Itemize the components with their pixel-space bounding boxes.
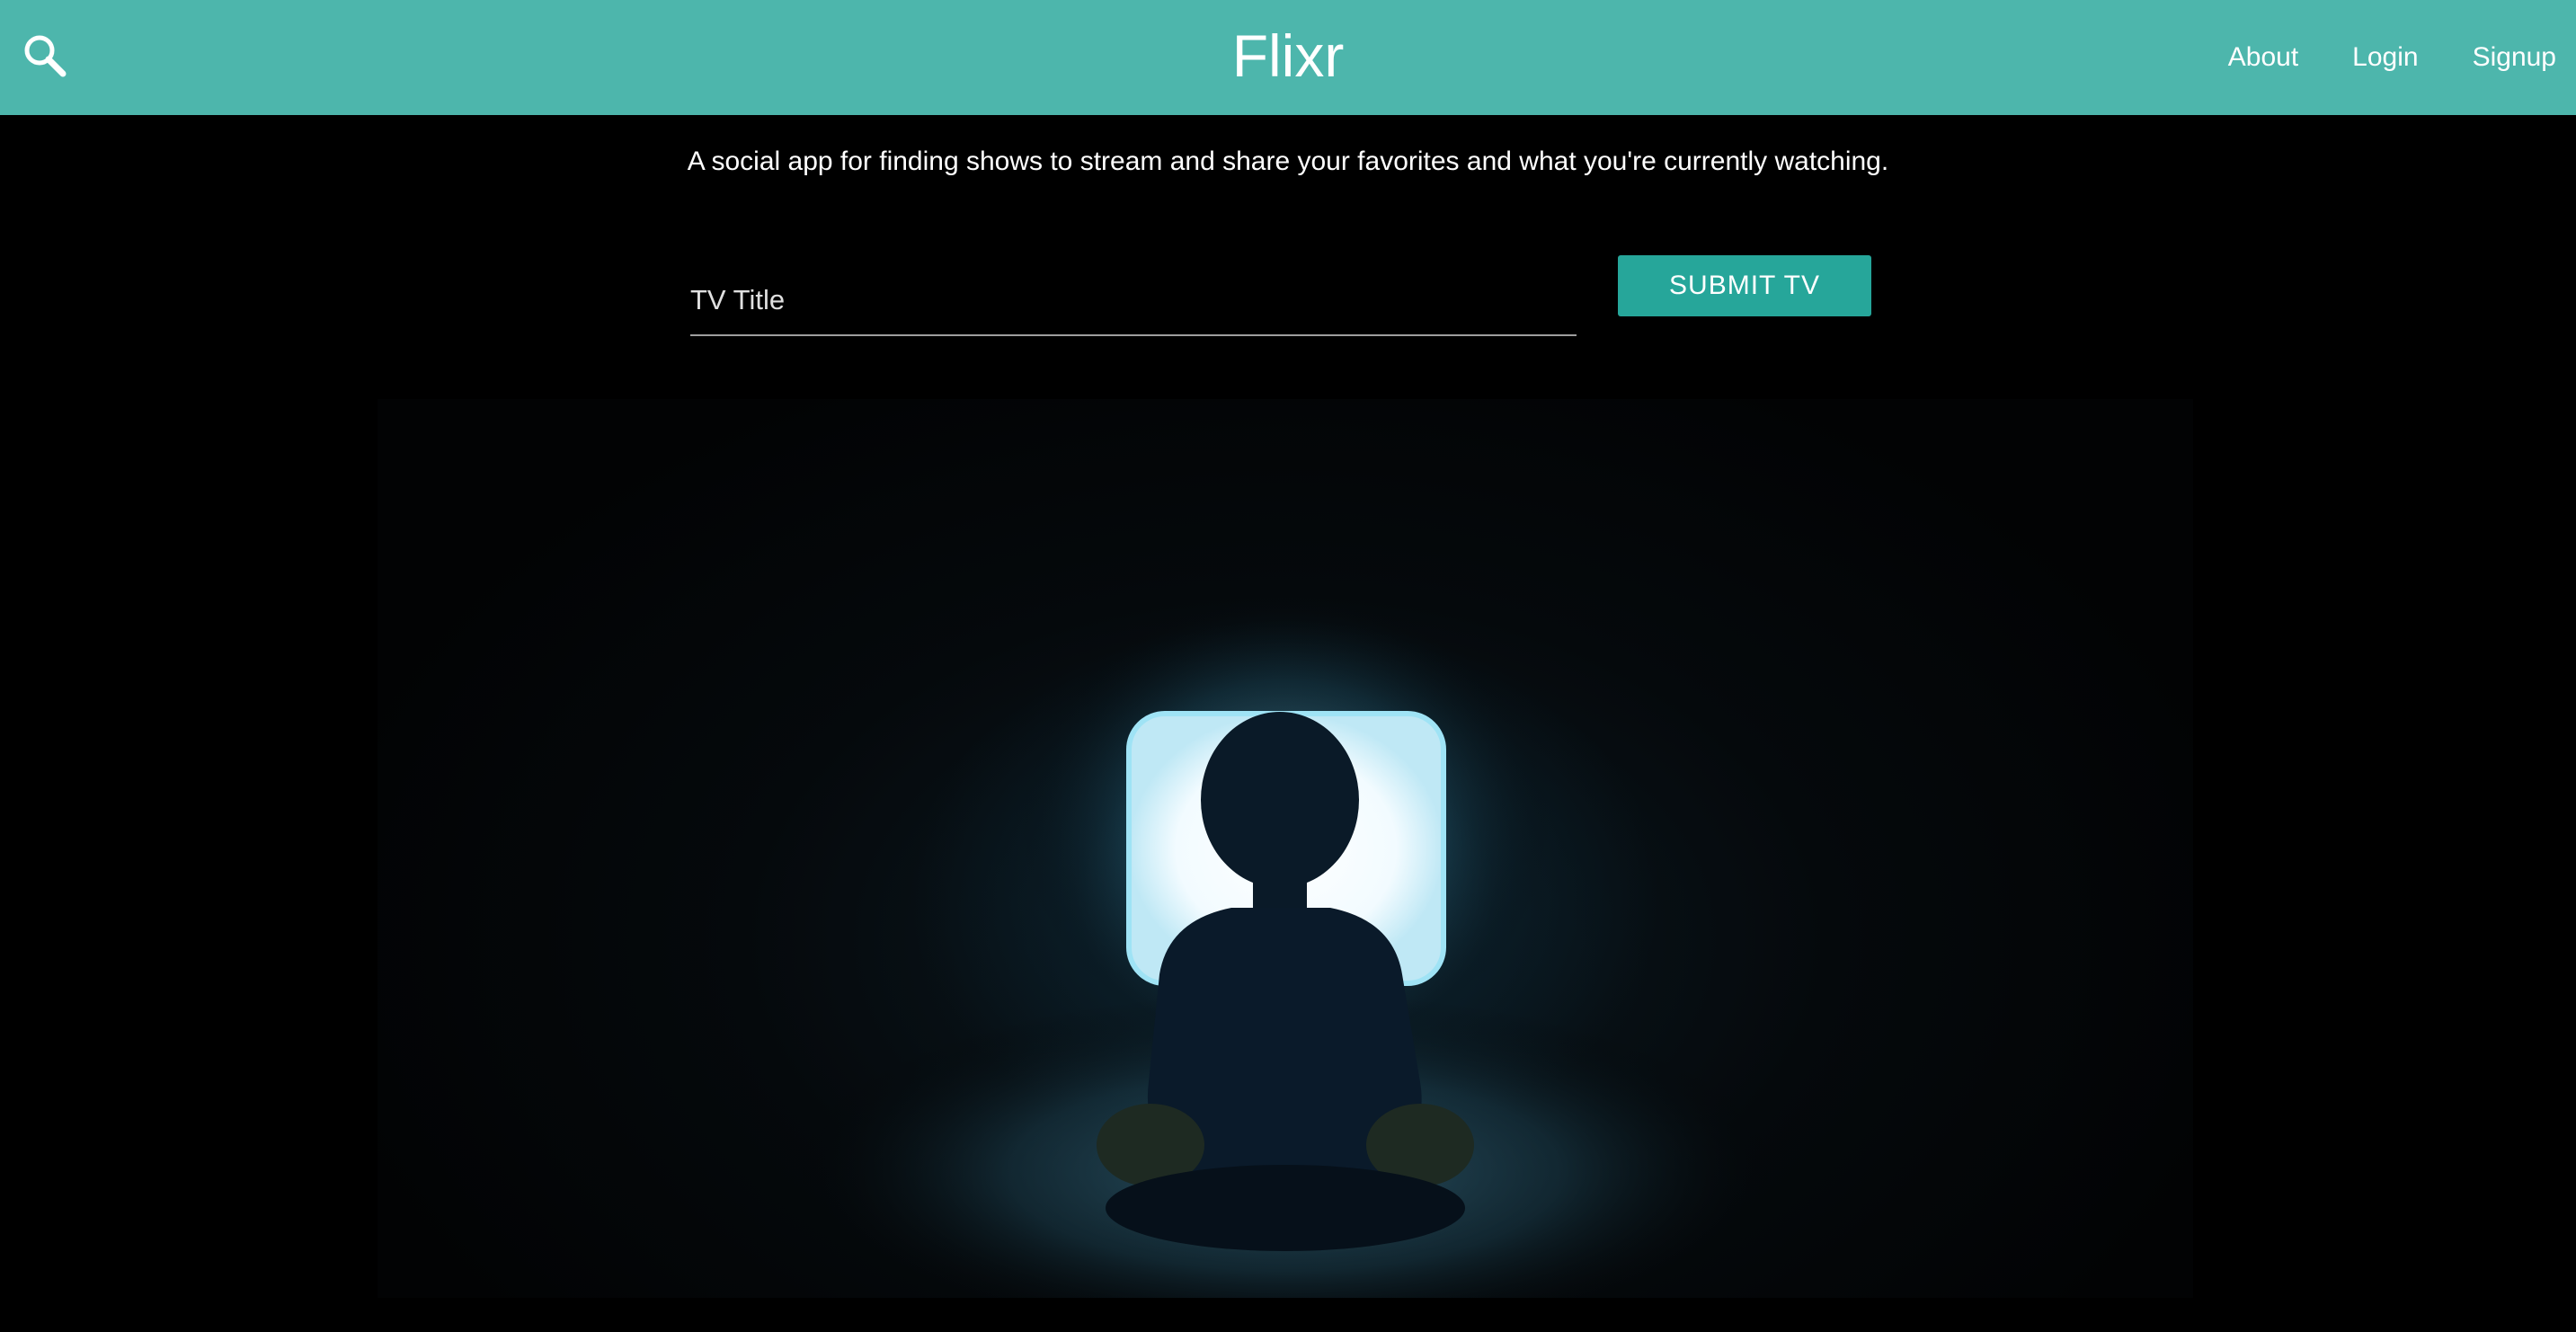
submit-tv-button[interactable]: Submit TV (1618, 255, 1871, 316)
nav-link-about[interactable]: About (2228, 42, 2298, 73)
search-icon[interactable] (20, 31, 74, 84)
nav-links: About Login Signup (2174, 0, 2556, 115)
tagline: A social app for finding shows to stream… (687, 147, 1889, 176)
brand-logo[interactable]: Flixr (1108, 20, 1468, 92)
nav-link-signup[interactable]: Signup (2473, 42, 2556, 73)
hero-image (378, 399, 2193, 1298)
nav-link-login[interactable]: Login (2352, 42, 2418, 73)
tv-title-input[interactable] (690, 266, 1577, 334)
tv-title-field (690, 266, 1577, 336)
hero-illustration (782, 588, 1789, 1298)
navbar: Flixr About Login Signup (0, 0, 2576, 115)
